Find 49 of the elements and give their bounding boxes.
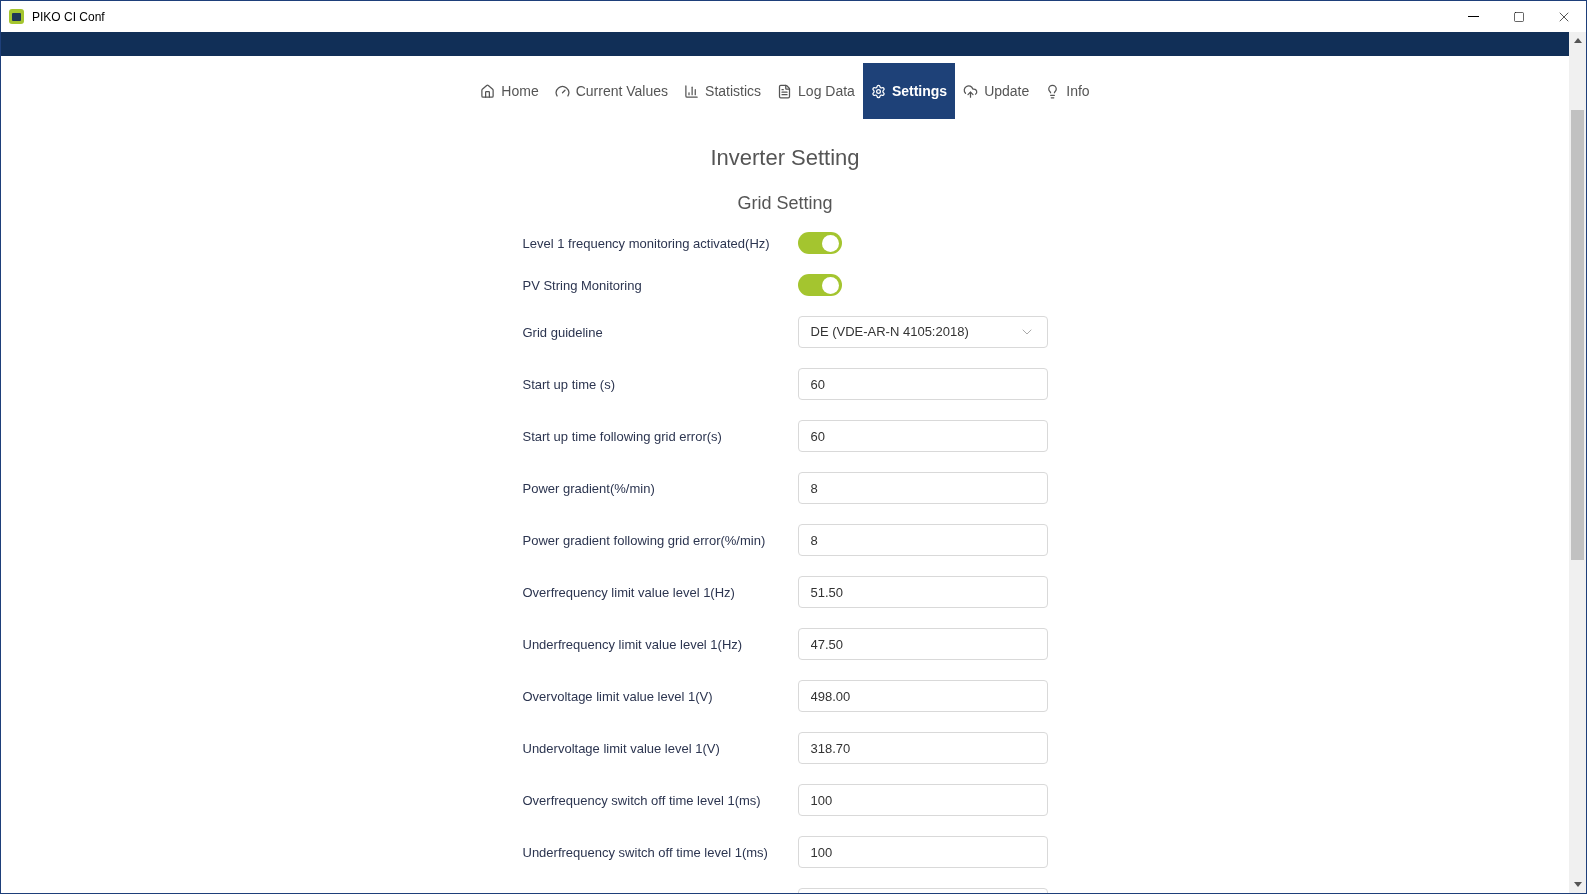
toggle-switch[interactable] [797,232,842,254]
tab-icon [554,83,570,99]
app-logo-icon [9,9,24,24]
window-title: PIKO CI Conf [32,8,105,26]
maximize-icon [1512,10,1525,23]
tab-icon [777,83,793,99]
field-label: Level 1 frequency monitoring activated(Hz) [522,236,770,251]
input-field[interactable]: 100 [797,836,1048,868]
page-heading: Inverter Setting [710,144,860,172]
field-label: Underfrequency limit value level 1(Hz) [522,637,743,652]
nav-tab[interactable]: Settings [862,63,956,119]
nav-tab[interactable]: Home [472,63,547,119]
tab-icon [870,83,886,99]
field-label: Start up time following grid error(s) [522,429,722,444]
field-label: Underfrequency switch off time level 1(ms) [522,845,768,860]
field-label: Power gradient following grid error(%/min) [522,533,766,548]
input-field[interactable]: 318.70 [797,732,1048,764]
field-label: Grid guideline [522,325,603,340]
section-heading: Grid Setting [737,192,833,215]
scrollbar[interactable] [1569,32,1586,893]
field-label: Overvoltage limit value level 1(V) [522,689,713,704]
field-label: Undervoltage limit value level 1(V) [522,741,720,756]
scroll-down-icon[interactable] [1573,882,1582,887]
nav-tab[interactable]: Current Values [546,63,677,119]
tab-icon [480,83,496,99]
input-field[interactable]: 8 [797,472,1048,504]
input-field[interactable]: 60 [797,420,1048,452]
field-label: Power gradient(%/min) [522,481,655,496]
input-field[interactable]: 51.50 [797,576,1048,608]
tab-icon [963,83,979,99]
field-label: Start up time (s) [522,377,615,392]
nav-tab[interactable]: Statistics [676,63,770,119]
scrollbar-thumb[interactable] [1571,110,1584,560]
minimize-icon [1468,16,1479,17]
nav-tab[interactable]: Info [1037,63,1098,119]
input-field[interactable]: 60 [797,368,1048,400]
field-label: Overfrequency limit value level 1(Hz) [522,585,735,600]
field-label: Overfrequency switch off time level 1(ms) [522,793,761,808]
input-field[interactable]: 498.00 [797,680,1048,712]
nav-tab[interactable]: Log Data [769,63,863,119]
input-field[interactable]: 8 [797,524,1048,556]
input-field[interactable]: 47.50 [797,628,1048,660]
toggle-switch[interactable] [797,274,842,296]
nav-tab[interactable]: Update [955,63,1038,119]
input-field[interactable]: 100 [797,784,1048,816]
tab-icon [684,83,700,99]
scroll-up-icon[interactable] [1573,38,1582,43]
select-field[interactable]: DE (VDE-AR-N 4105:2018) [797,316,1048,348]
field-label: PV String Monitoring [522,278,642,293]
